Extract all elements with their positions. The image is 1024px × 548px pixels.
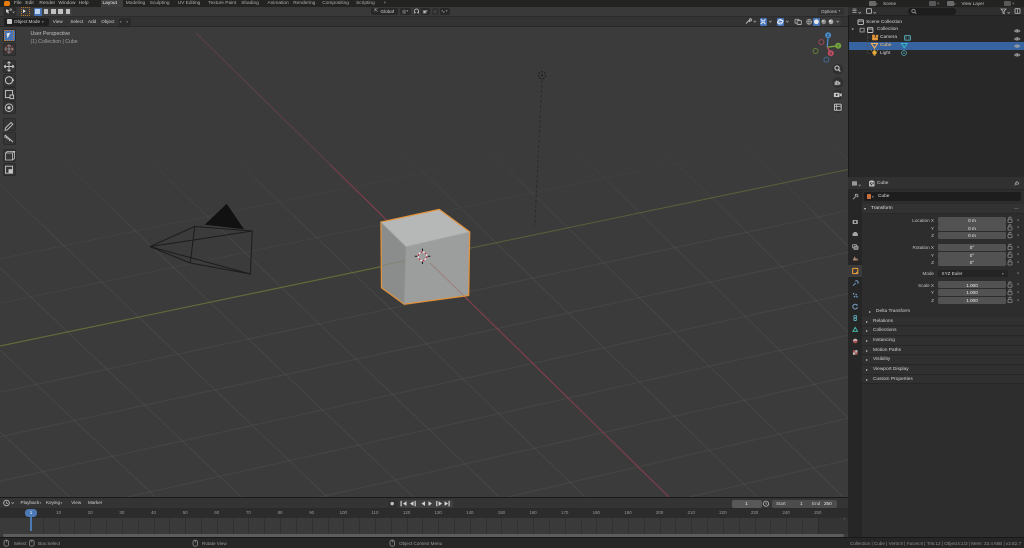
svg-text:Y: Y [837, 44, 840, 49]
svg-text:Z: Z [827, 33, 830, 38]
svg-text:X: X [829, 51, 832, 56]
